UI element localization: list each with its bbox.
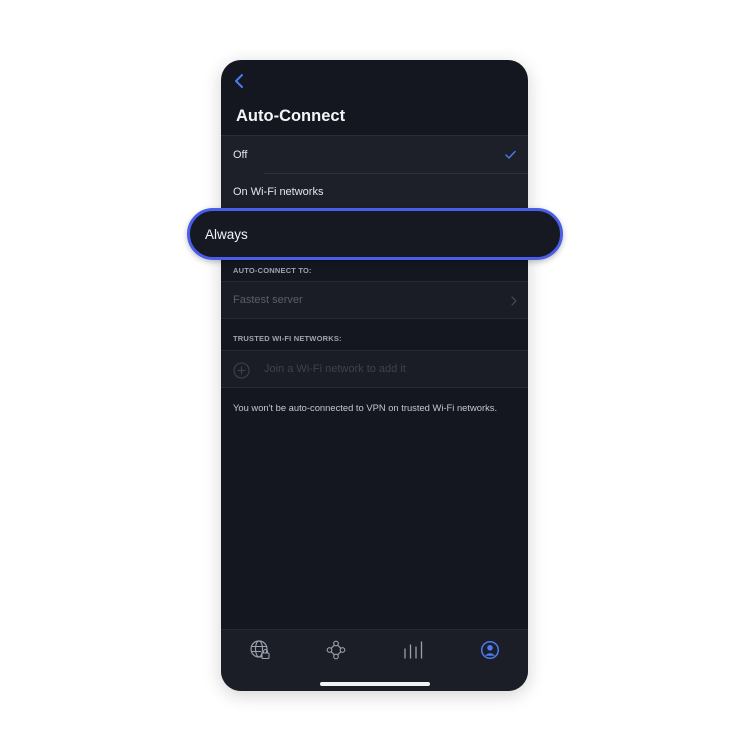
option-always-label: Always (205, 226, 248, 242)
option-off[interactable]: Off (221, 135, 528, 173)
tab-bar (221, 629, 528, 691)
tab-stats[interactable] (400, 639, 426, 661)
join-network-label: Join a Wi-Fi network to add it (264, 363, 406, 375)
option-always[interactable]: Always (187, 208, 563, 260)
nodes-icon (326, 640, 346, 660)
checkmark-icon (505, 150, 516, 159)
option-wifi[interactable]: On Wi-Fi networks (221, 173, 528, 211)
server-selector[interactable]: Fastest server (221, 281, 528, 319)
join-network-row[interactable]: Join a Wi-Fi network to add it (221, 350, 528, 388)
tab-globe[interactable] (247, 639, 273, 661)
option-wifi-label: On Wi-Fi networks (233, 186, 324, 198)
plus-circle-icon (233, 362, 250, 379)
stage: Auto-Connect Off On Wi-Fi networks AUTO-… (0, 0, 750, 750)
globe-lock-icon (250, 640, 270, 660)
phone-screen: Auto-Connect Off On Wi-Fi networks AUTO-… (221, 60, 528, 691)
tab-servers[interactable] (323, 639, 349, 661)
server-label: Fastest server (233, 294, 303, 306)
chevron-left-icon (235, 74, 243, 88)
tab-profile[interactable] (477, 639, 503, 661)
chevron-right-icon (511, 296, 517, 306)
auto-connect-heading: AUTO-CONNECT TO: (233, 266, 312, 275)
bars-icon (404, 641, 423, 659)
option-off-label: Off (233, 148, 248, 161)
trusted-networks-note: You won't be auto-connected to VPN on tr… (233, 402, 498, 413)
profile-icon (480, 640, 500, 660)
home-indicator (320, 682, 430, 686)
page-title: Auto-Connect (236, 107, 346, 125)
back-button[interactable] (229, 70, 251, 92)
trusted-networks-heading: TRUSTED WI-FI NETWORKS: (233, 334, 342, 343)
